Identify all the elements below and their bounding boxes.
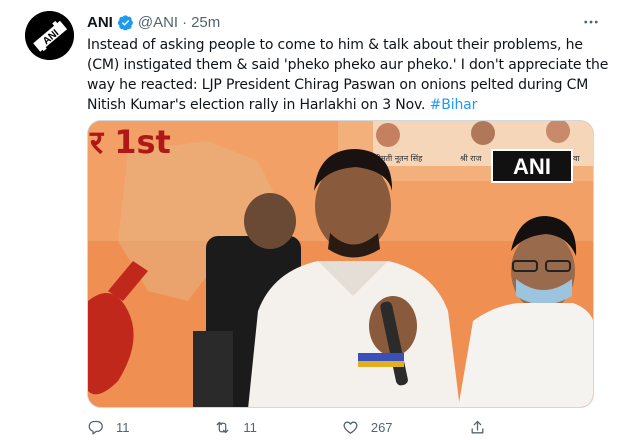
like-button[interactable]: 267 — [342, 419, 469, 436]
avatar[interactable]: ANI — [25, 11, 74, 60]
tweet-media-image[interactable]: र 1st श्रीमती नूतन सिंह श्री राज जू तिवा — [87, 120, 594, 408]
tweet-card[interactable]: ANI ANI @ANI · 25m Instead of asking peo… — [0, 0, 623, 440]
more-dots-icon[interactable] — [581, 12, 601, 32]
tweet-text: Instead of asking people to come to him … — [87, 35, 609, 115]
like-count: 267 — [370, 419, 393, 435]
tweet-header: ANI @ANI · 25m — [87, 11, 220, 33]
retweet-button[interactable]: 11 — [214, 419, 341, 436]
author-name[interactable]: ANI — [87, 14, 113, 31]
tweet-text-line-1: Instead of asking people to come to him … — [87, 37, 583, 53]
heart-icon — [343, 421, 358, 434]
tweet-text-line-4: Nitish Kumar's election rally in Harlakh… — [87, 95, 607, 115]
author-handle[interactable]: @ANI — [138, 14, 178, 31]
verified-badge-icon — [117, 14, 134, 31]
media-watermark: ANI — [513, 154, 551, 179]
tweet-text-line-3: way he reacted: LJP President Chirag Pas… — [87, 77, 589, 93]
share-icon — [471, 420, 484, 433]
separator-dot: · — [182, 13, 188, 31]
tweet-text-line-2: (CM) instigated them & said 'pheko pheko… — [87, 57, 609, 73]
banner-name-2: श्री राज — [460, 153, 483, 163]
tweet-text-last: Nitish Kumar's election rally in Harlakh… — [87, 97, 430, 113]
reply-icon — [88, 420, 103, 435]
hashtag-link[interactable]: #Bihar — [430, 97, 478, 113]
banner-text: र 1st — [89, 123, 171, 161]
reply-button[interactable]: 11 — [87, 419, 214, 436]
retweet-count: 11 — [243, 419, 257, 435]
tweet-actions: 11 11 267 — [87, 416, 507, 438]
ani-logo-icon: ANI — [25, 11, 74, 60]
share-button[interactable] — [469, 419, 507, 436]
reply-count: 11 — [116, 419, 130, 435]
timestamp[interactable]: 25m — [191, 14, 220, 31]
retweet-icon — [216, 421, 229, 433]
